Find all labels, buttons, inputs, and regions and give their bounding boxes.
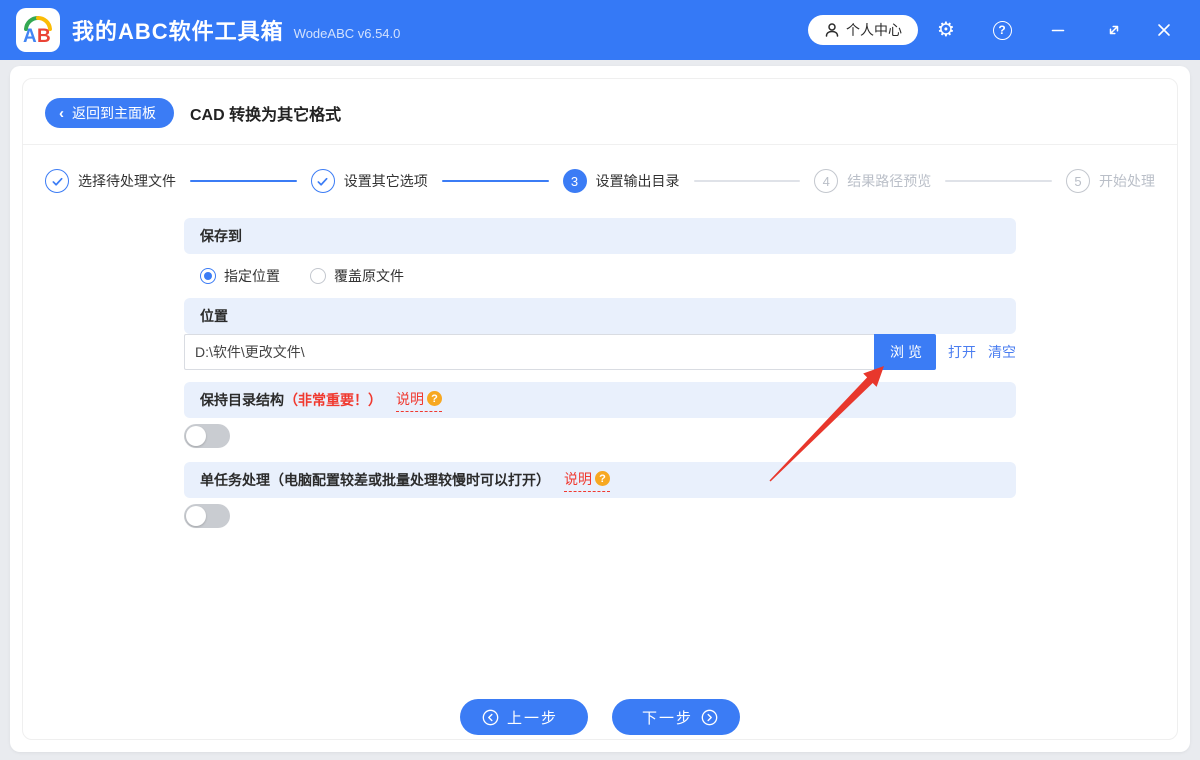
- next-step-button[interactable]: 下一步: [612, 699, 741, 735]
- step2-check-icon: [310, 169, 335, 193]
- step-result-preview: 4 结果路径预览: [814, 169, 931, 193]
- maximize-button[interactable]: [1086, 12, 1142, 48]
- app-version: WodeABC v6.54.0: [293, 25, 401, 41]
- step-connector: [190, 180, 297, 182]
- step5-number: 5: [1066, 169, 1090, 193]
- step4-label: 结果路径预览: [847, 173, 932, 189]
- toggle-knob: [186, 426, 206, 446]
- back-to-main-button[interactable]: ‹ 返回到主面板: [45, 98, 174, 128]
- keep-structure-toggle[interactable]: [184, 424, 230, 448]
- gear-icon: ⚙: [937, 19, 955, 41]
- toggle-knob: [186, 506, 206, 526]
- radio-overwrite-original[interactable]: 覆盖原文件: [310, 266, 404, 286]
- svg-text:A: A: [23, 26, 37, 47]
- clear-path-link[interactable]: 清空: [988, 342, 1016, 362]
- save-to-options: 指定位置 覆盖原文件: [184, 254, 1016, 298]
- help-link-label: 说明: [564, 470, 592, 487]
- output-path-input[interactable]: [184, 334, 874, 370]
- help-link-label: 说明: [396, 390, 424, 407]
- user-center-label: 个人中心: [846, 22, 902, 38]
- app-logo-icon: A B: [16, 8, 60, 52]
- page-title: CAD 转换为其它格式: [190, 107, 342, 124]
- content-card: ‹ 返回到主面板 CAD 转换为其它格式 选择待处理文件 设置其它选项 3 设置…: [22, 78, 1178, 740]
- app-title: 我的ABC软件工具箱: [72, 19, 284, 44]
- user-center-button[interactable]: 个人中心: [808, 15, 918, 45]
- radio-unselected-icon: [310, 268, 326, 284]
- prev-step-label: 上一步: [506, 709, 558, 727]
- radio-specified-location-label: 指定位置: [224, 268, 280, 284]
- prev-step-button[interactable]: 上一步: [459, 699, 588, 735]
- step-select-files: 选择待处理文件: [45, 169, 176, 193]
- keep-structure-title: 保持目录结构: [200, 392, 284, 408]
- close-button[interactable]: [1142, 12, 1186, 48]
- step3-number: 3: [562, 169, 587, 193]
- location-title: 位置: [200, 308, 228, 324]
- step1-check-icon: [45, 169, 69, 193]
- minimize-button[interactable]: [1030, 12, 1086, 48]
- single-task-toggle-row: [184, 504, 1016, 528]
- step4-number: 4: [814, 169, 839, 193]
- single-task-toggle[interactable]: [184, 504, 230, 528]
- step-output-dir: 3 设置输出目录: [562, 169, 680, 193]
- svg-text:B: B: [37, 26, 51, 47]
- back-button-label: 返回到主面板: [72, 105, 156, 121]
- keep-structure-important-note: （非常重要！）: [284, 392, 382, 408]
- keep-structure-help-link[interactable]: 说明 ?: [396, 389, 442, 412]
- keep-structure-toggle-row: [184, 424, 1016, 448]
- help-icon: ?: [992, 20, 1012, 40]
- step-indicator: 选择待处理文件 设置其它选项 3 设置输出目录 4 结果路径预览 5 开始处理: [45, 169, 1155, 193]
- radio-selected-icon: [200, 268, 216, 284]
- main-panel: ‹ 返回到主面板 CAD 转换为其它格式 选择待处理文件 设置其它选项 3 设置…: [10, 66, 1190, 752]
- step-connector: [693, 180, 801, 182]
- single-task-title: 单任务处理（电脑配置较差或批量处理较慢时可以打开）: [200, 472, 550, 488]
- step5-label: 开始处理: [1099, 173, 1155, 189]
- settings-button[interactable]: ⚙: [918, 12, 974, 48]
- step1-label: 选择待处理文件: [78, 173, 176, 189]
- single-task-section-header: 单任务处理（电脑配置较差或批量处理较慢时可以打开） 说明 ?: [184, 462, 1016, 498]
- close-icon: [1158, 24, 1170, 36]
- circled-chevron-left-icon: [482, 709, 499, 725]
- step-other-options: 设置其它选项: [310, 169, 428, 193]
- titlebar: A B 我的ABC软件工具箱 WodeABC v6.54.0 个人中心 ⚙ ?: [0, 0, 1200, 60]
- save-to-title: 保存到: [200, 228, 242, 244]
- step-connector: [441, 180, 549, 182]
- person-icon: [825, 23, 839, 37]
- open-folder-link[interactable]: 打开: [948, 342, 976, 362]
- question-badge-icon: ?: [595, 471, 610, 486]
- minimize-icon: [1051, 29, 1065, 32]
- keep-structure-section-header: 保持目录结构 （非常重要！） 说明 ?: [184, 382, 1016, 418]
- step2-label: 设置其它选项: [343, 173, 428, 189]
- question-badge-icon: ?: [427, 391, 442, 406]
- maximize-icon: [1109, 25, 1119, 35]
- browse-button[interactable]: 浏览: [874, 334, 936, 370]
- output-settings-form: 保存到 指定位置 覆盖原文件 位置 浏览 打开 清空: [184, 218, 1016, 528]
- single-task-help-link[interactable]: 说明 ?: [564, 469, 610, 492]
- chevron-left-icon: ‹: [59, 104, 64, 122]
- step3-label: 设置输出目录: [595, 173, 680, 189]
- next-step-label: 下一步: [642, 709, 694, 727]
- location-section-header: 位置: [184, 298, 1016, 334]
- save-to-section-header: 保存到: [184, 218, 1016, 254]
- help-button[interactable]: ?: [974, 12, 1030, 48]
- step-connector: [945, 180, 1052, 182]
- radio-specified-location[interactable]: 指定位置: [200, 266, 280, 286]
- radio-overwrite-original-label: 覆盖原文件: [334, 268, 404, 284]
- header-row: ‹ 返回到主面板 CAD 转换为其它格式: [23, 79, 1177, 145]
- circled-chevron-right-icon: [701, 709, 718, 725]
- wizard-footer: 上一步 下一步: [23, 699, 1177, 735]
- step-start-process: 5 开始处理: [1066, 169, 1155, 193]
- location-input-row: 浏览 打开 清空: [184, 334, 1016, 370]
